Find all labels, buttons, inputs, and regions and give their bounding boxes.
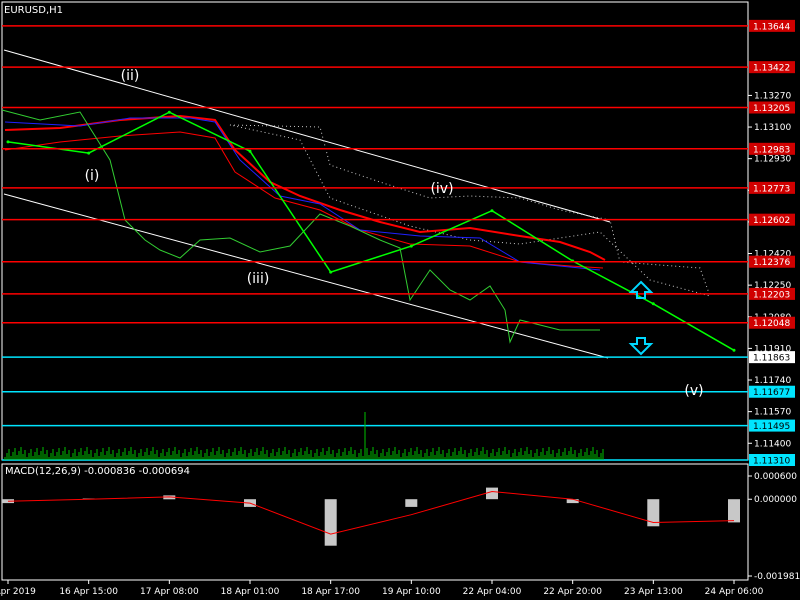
time-axis-label: 22 Apr 20:00 [543,587,602,597]
wave-label: (ii) [121,68,140,84]
main-price-pane: 1.132701.131001.129301.127601.125901.124… [1,1,795,467]
level-badge-label: 1.12048 [753,319,790,329]
price-point [651,302,655,306]
macd-histogram-bar [486,487,498,500]
chart-canvas: 1.132701.131001.129301.127601.125901.124… [0,1,800,597]
time-axis-label: 16 Apr 15:00 [59,587,118,597]
price-point [329,270,333,274]
macd-histogram-bar [566,499,579,504]
macd-histogram-bar [728,499,740,523]
level-badge-label: 1.11310 [753,457,790,467]
wave-label: (v) [684,383,703,399]
down-arrow-icon [628,337,654,356]
level-badge-label: 1.12203 [753,290,790,300]
time-axis-label: 18 Apr 01:00 [221,587,280,597]
level-badge-label: 1.13422 [753,64,790,74]
level-badge-label: 1.13205 [753,104,790,114]
ma-red-thin-line [4,131,604,269]
level-badge-label: 1.12602 [753,216,790,226]
time-axis-label: 15 Apr 2019 [0,587,36,597]
time-axis-label: 17 Apr 08:00 [140,587,199,597]
macd-pane: 0.000600 0.000000 -0.001981 15 Apr 2019 16 A… [0,463,800,597]
price-axis-label: 1.11740 [754,376,791,386]
macd-axis-label: 0.000000 [754,495,797,505]
up-arrow-icon [628,280,654,299]
symbol-title: EURUSD,H1 [4,5,63,16]
time-axis-label: 18 Apr 17:00 [301,587,360,597]
price-axis-label: 1.13100 [754,123,791,133]
price-axis-label: 1.11400 [754,439,791,449]
macd-axis-label: -0.001981 [754,572,800,582]
time-axis-label: 19 Apr 10:00 [382,587,441,597]
time-axis-label: 24 Apr 06:00 [705,587,764,597]
price-point [490,209,494,213]
price-point [409,244,413,248]
level-badge-label: 1.13644 [753,22,790,32]
macd-axis-label: 0.000600 [754,472,797,482]
price-point [248,149,252,153]
chikou-line [1,109,600,344]
price-point [732,348,736,352]
level-badge-label: 1.12376 [753,258,790,268]
ichimoku-cloud [229,124,711,297]
price-axis-label: 1.11570 [754,408,791,418]
wave-label: (iii) [247,271,270,287]
price-point [87,151,91,155]
macd-histogram-bar [405,499,418,507]
level-badge-label: 1.11863 [753,354,790,364]
level-badge-label: 1.11495 [753,422,790,432]
wave-label: (iv) [430,181,453,197]
macd-title: MACD(12,26,9) -0.000836 -0.000694 [5,466,190,477]
level-badge-label: 1.12983 [753,145,790,155]
level-badge-label: 1.11677 [753,388,790,398]
macd-signal-line [7,490,735,535]
time-axis-label: 22 Apr 04:00 [463,587,522,597]
macd-frame [1,463,749,581]
price-axis-label: 1.13270 [754,91,791,101]
channel-bottom-line [3,193,609,359]
time-axis-label: 23 Apr 13:00 [624,587,683,597]
level-badge-label: 1.12773 [753,184,790,194]
price-point [6,140,10,144]
price-point [167,110,171,114]
wave-label: (i) [85,168,100,184]
macd-histogram-bar [324,499,337,546]
price-axis-label: 1.12930 [754,155,791,165]
